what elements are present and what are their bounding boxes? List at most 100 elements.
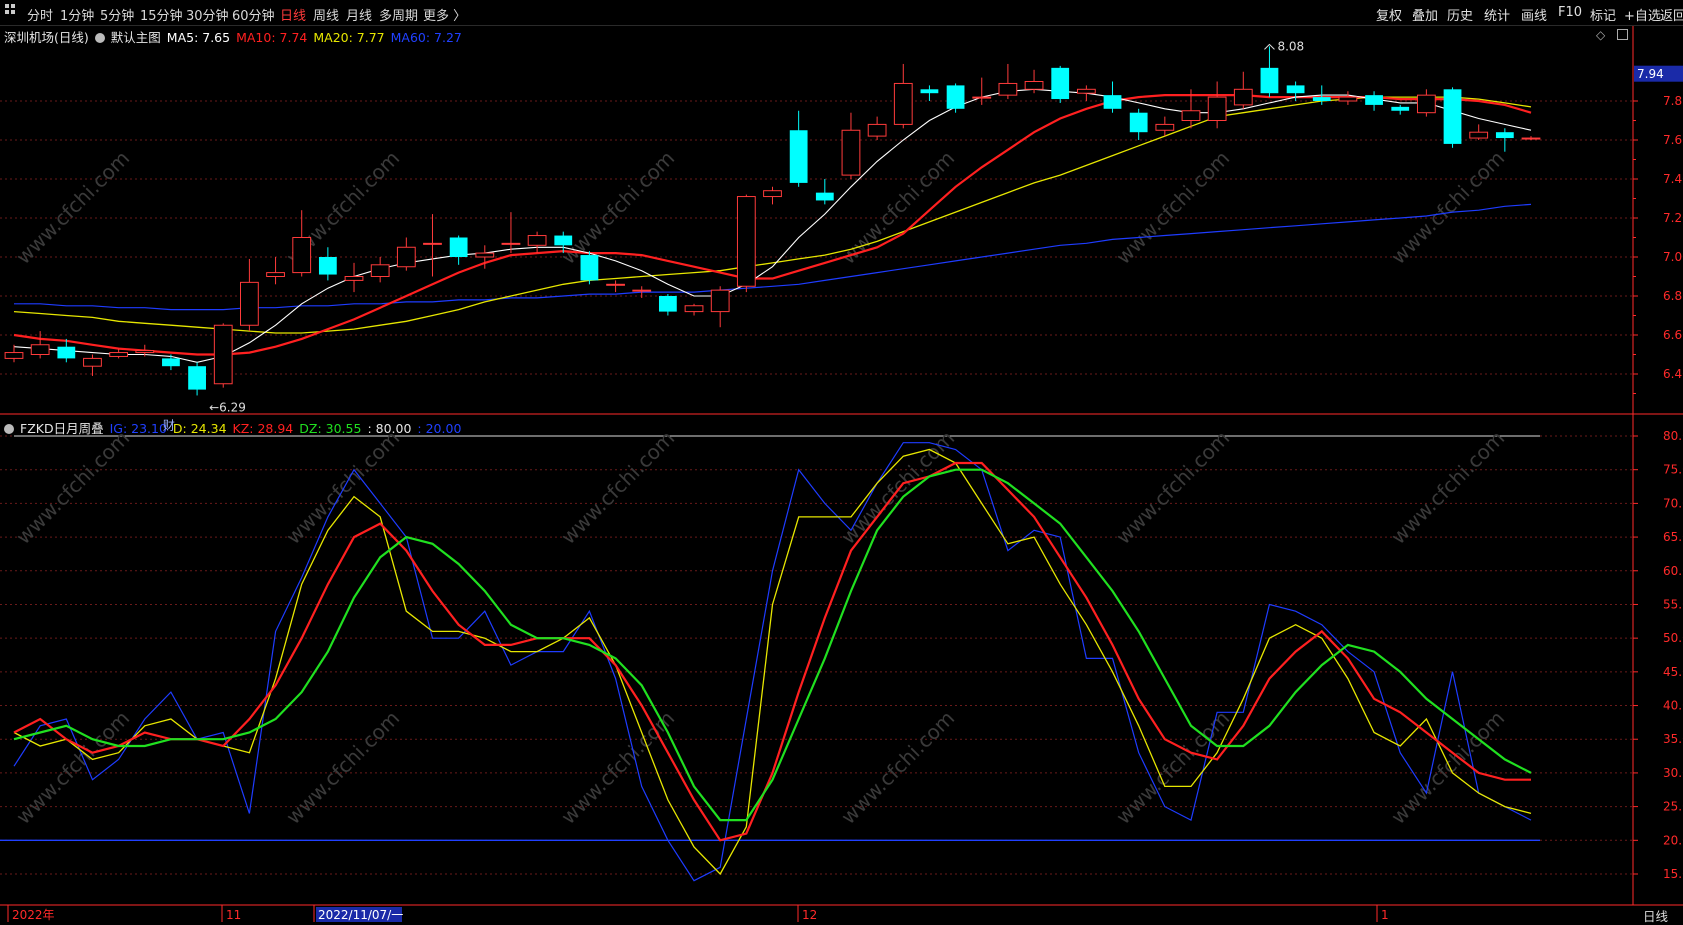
tool-button-4[interactable]: 画线 <box>1521 5 1547 24</box>
indicator-tick-label: 30.00 <box>1663 766 1683 780</box>
candle-body <box>162 358 180 367</box>
candle-body <box>920 89 939 94</box>
candle-body <box>318 257 337 275</box>
price-tick-label: 7.20 <box>1663 211 1683 225</box>
d-line <box>13 448 1532 876</box>
period-tab-0[interactable]: 分时 <box>27 5 53 24</box>
candle-body <box>1391 106 1410 111</box>
price-tick-label: 6.60 <box>1663 328 1683 342</box>
crosshair-date-label: 2022/11/07/一 <box>318 908 403 922</box>
period-tab-5[interactable]: 60分钟 <box>232 5 275 24</box>
candle-body <box>946 85 965 109</box>
tool-button-5[interactable]: F10 <box>1558 5 1582 20</box>
indicator-tick-label: 40.00 <box>1663 699 1683 713</box>
indicator-tick-label: 35.00 <box>1663 732 1683 746</box>
candle-body <box>1051 67 1070 100</box>
indicator-tick-label: 60.00 <box>1663 564 1683 578</box>
period-tab-9[interactable]: 多周期 <box>379 5 418 24</box>
candle-body <box>736 196 756 287</box>
candle-body <box>109 352 129 357</box>
price-tick-label: 7.60 <box>1663 133 1683 147</box>
watermark: www.cfchi.com <box>1386 426 1509 549</box>
candle-body <box>1207 96 1227 121</box>
price-tick-label: 6.80 <box>1663 289 1683 303</box>
candle-body <box>1286 85 1305 94</box>
watermark: www.cfchi.com <box>1111 146 1234 269</box>
tool-button-1[interactable]: 叠加 <box>1412 5 1438 24</box>
candle-body <box>1181 110 1201 121</box>
candle-body <box>867 123 887 137</box>
finance-badge: 财 <box>163 418 175 432</box>
candle-body <box>1495 132 1514 139</box>
menu-grid-icon[interactable] <box>4 3 17 20</box>
candle-body <box>57 346 76 359</box>
candle-body <box>1260 67 1279 94</box>
tool-button-3[interactable]: 统计 <box>1484 5 1510 24</box>
candle-body <box>370 264 390 278</box>
candle-body <box>1469 131 1489 139</box>
candle-body <box>1076 88 1096 94</box>
candle-body <box>580 255 599 281</box>
candle-body <box>475 252 495 258</box>
period-tab-6[interactable]: 日线 <box>280 5 306 24</box>
tool-button-0[interactable]: 复权 <box>1376 5 1402 24</box>
indicator-tick-label: 80.00 <box>1663 429 1683 443</box>
tool-button-6[interactable]: 标记 <box>1590 5 1616 24</box>
candle-body <box>1365 95 1383 105</box>
period-tab-1[interactable]: 1分钟 <box>60 5 94 24</box>
period-tab-8[interactable]: 月线 <box>346 5 372 24</box>
candle-body <box>1024 81 1044 90</box>
candle-body <box>501 242 521 245</box>
candle-body <box>815 192 834 201</box>
watermark: www.cfchi.com <box>836 426 959 549</box>
candle-body <box>998 82 1018 96</box>
chart-canvas[interactable]: 7.80 7.60 7.40 7.20 7.00 6.80 6.60 6.40 7.94 80.0… <box>0 26 1683 923</box>
candle-body <box>449 237 468 257</box>
period-tab-4[interactable]: 30分钟 <box>186 5 229 24</box>
indicator-tick-label: 50.00 <box>1663 631 1683 645</box>
candle-body <box>527 235 547 246</box>
date-label: 11 <box>226 908 241 922</box>
candle-body <box>658 296 677 312</box>
candle-body <box>893 82 913 125</box>
watermark: www.cfchi.com <box>1386 146 1509 269</box>
candle-body <box>789 130 808 183</box>
low-price-marker: ←6.29 <box>209 400 246 414</box>
watermark: www.cfchi.com <box>1386 706 1509 829</box>
period-tab-7[interactable]: 周线 <box>313 5 339 24</box>
watermark: www.cfchi.com <box>556 426 679 549</box>
indicator-tick-label: 70.00 <box>1663 496 1683 510</box>
candle-body <box>1129 112 1148 133</box>
watermark: www.cfchi.com <box>1111 426 1234 549</box>
period-tab-10[interactable]: 更多 〉 <box>423 5 466 24</box>
candle-body <box>83 357 102 367</box>
candle-body <box>4 352 24 359</box>
watermark: www.cfchi.com <box>556 706 679 829</box>
high-price-marker: 8.08 <box>1277 39 1304 53</box>
date-label: 12 <box>802 908 817 922</box>
period-tab-3[interactable]: 15分钟 <box>140 5 183 24</box>
tool-button-2[interactable]: 历史 <box>1447 5 1473 24</box>
candle-body <box>1103 95 1122 109</box>
candle-body <box>213 324 233 385</box>
tool-button-8[interactable]: 返回 <box>1660 5 1683 24</box>
candle-body <box>240 281 259 326</box>
period-tab-2[interactable]: 5分钟 <box>100 5 134 24</box>
candle-body <box>1155 123 1175 131</box>
candle-body <box>396 246 416 268</box>
candle-body <box>1338 96 1358 102</box>
price-tick-label: 6.40 <box>1663 367 1683 381</box>
candle-body <box>710 289 730 313</box>
indicator-tick-label: 65.00 <box>1663 530 1683 544</box>
candle-body <box>266 272 285 278</box>
candle-body <box>135 350 155 354</box>
top-toolbar: 分时 1分钟 5分钟 15分钟 30分钟 60分钟 日线 周线 月线 多周期 更多 〉 复权 叠加 历史统… <box>0 0 1683 26</box>
candle-body <box>763 190 782 198</box>
indicator-tick-label: 55.00 <box>1663 597 1683 611</box>
tool-button-7[interactable]: +自选 <box>1624 5 1661 24</box>
period-indicator[interactable]: 日线 <box>1643 906 1668 925</box>
price-tick-label: 7.80 <box>1663 94 1683 108</box>
candle-body <box>1443 89 1462 144</box>
candle-body <box>554 235 573 246</box>
candle-body <box>606 283 625 286</box>
